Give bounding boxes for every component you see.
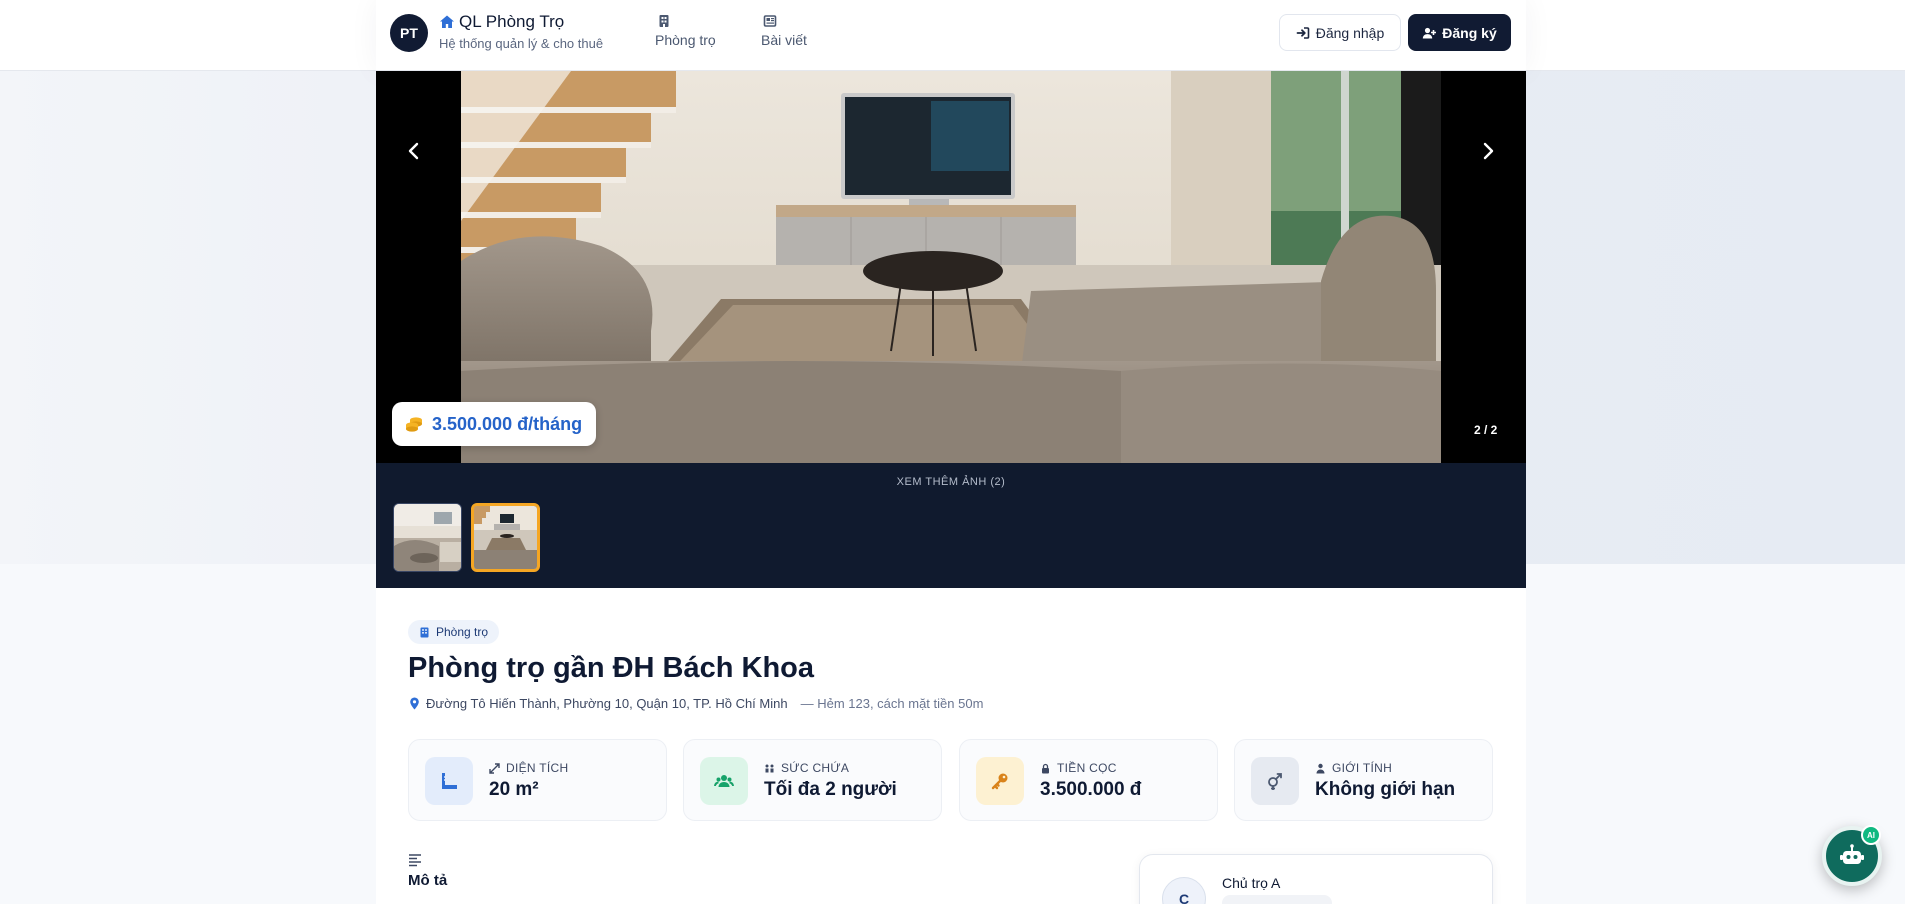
map-pin-icon (410, 697, 419, 710)
gender-icon (1268, 773, 1282, 790)
login-label: Đăng nhập (1315, 24, 1385, 41)
listing-content: Phòng trọ Phòng trọ gần ĐH Bách Khoa Đườ… (376, 588, 1526, 904)
lock-icon (1042, 763, 1049, 773)
robot-icon (1840, 844, 1864, 864)
thumbnail-2-image (474, 506, 537, 569)
register-label: Đăng ký (1442, 24, 1497, 41)
stat-area-label-text: DIỆN TÍCH (506, 761, 569, 775)
photo-counter: 2 / 2 (1474, 423, 1498, 437)
people-small-icon (765, 764, 774, 772)
nav-posts[interactable]: Bài viết (761, 14, 807, 48)
stat-area-label: DIỆN TÍCH (489, 761, 568, 775)
stat-gender-icon-box (1251, 757, 1299, 805)
owner-name: Chủ trọ A (1222, 875, 1281, 891)
expand-icon (489, 762, 500, 774)
stat-gender-label-text: GIỚI TÍNH (1332, 761, 1393, 775)
thumbnail-1[interactable] (393, 503, 462, 572)
stat-deposit: TIỀN CỌC 3.500.000 đ (959, 739, 1218, 821)
stat-deposit-label-text: TIỀN CỌC (1057, 761, 1117, 775)
coins-icon (406, 417, 422, 432)
login-button[interactable]: Đăng nhập (1279, 14, 1401, 51)
sign-in-icon (1296, 26, 1310, 39)
register-button[interactable]: Đăng ký (1408, 14, 1511, 51)
stat-area-icon-box (425, 757, 473, 805)
living-room-image (461, 71, 1441, 463)
stat-area-value: 20 m² (489, 779, 539, 800)
category-chip[interactable]: Phòng trọ (408, 620, 500, 644)
chevron-right-icon (1483, 142, 1494, 160)
header-container: PT QL Phòng Trọ Hệ thống quản lý & cho t… (376, 0, 1526, 71)
align-left-icon (409, 854, 421, 867)
owner-avatar: C (1162, 877, 1206, 904)
chevron-left-icon (408, 142, 419, 160)
description-title: Mô tả (408, 872, 448, 889)
user-plus-icon (1423, 27, 1437, 38)
address-row: Đường Tô Hiến Thành, Phường 10, Quận 10,… (408, 696, 983, 711)
stat-capacity-label-text: SỨC CHỨA (781, 761, 850, 775)
more-photos-label: XEM THÊM ẢNH (2) (896, 476, 1006, 488)
address-extra: — Hẻm 123, cách mặt tiền 50m (800, 696, 984, 711)
stat-capacity-icon-box (700, 757, 748, 805)
price-badge: 3.500.000 đ/tháng (392, 402, 596, 446)
building-icon (659, 15, 669, 27)
owner-card[interactable]: C Chủ trọ A (1139, 854, 1493, 904)
listing-title: Phòng trọ gần ĐH Bách Khoa (408, 652, 814, 684)
ai-badge: AI (1861, 825, 1881, 845)
address-text: Đường Tô Hiến Thành, Phường 10, Quận 10,… (426, 696, 788, 711)
stat-deposit-icon-box (976, 757, 1024, 805)
users-icon (714, 775, 734, 787)
home-icon (440, 15, 454, 28)
brand-title-text: QL Phòng Trọ (459, 12, 565, 31)
category-label: Phòng trọ (436, 625, 489, 639)
nav-posts-label: Bài viết (761, 32, 807, 48)
thumbnail-strip: XEM THÊM ẢNH (2) (376, 463, 1526, 588)
stat-deposit-label: TIỀN CỌC (1040, 761, 1117, 775)
top-header: PT QL Phòng Trọ Hệ thống quản lý & cho t… (0, 0, 1905, 71)
stat-deposit-value: 3.500.000 đ (1040, 779, 1142, 800)
stat-gender: GIỚI TÍNH Không giới hạn (1234, 739, 1493, 821)
stat-capacity-value: Tối đa 2 người (764, 779, 897, 800)
stat-gender-label: GIỚI TÍNH (1315, 761, 1392, 775)
newspaper-icon (763, 15, 777, 27)
brand-title[interactable]: QL Phòng Trọ (439, 12, 564, 32)
price-text: 3.500.000 đ/tháng (432, 413, 583, 434)
key-icon (991, 773, 1008, 790)
photo-gallery: 3.500.000 đ/tháng 2 / 2 (376, 71, 1526, 463)
stat-area: DIỆN TÍCH 20 m² (408, 739, 667, 821)
thumbnail-1-image (394, 504, 461, 571)
room-photo[interactable] (461, 71, 1441, 463)
prev-photo-button[interactable] (394, 131, 434, 171)
stat-capacity-label: SỨC CHỨA (764, 761, 849, 775)
thumbnail-2[interactable] (471, 503, 540, 572)
stat-gender-value: Không giới hạn (1315, 779, 1456, 800)
brand-subtitle: Hệ thống quản lý & cho thuê (439, 36, 604, 51)
user-small-icon (1316, 763, 1325, 773)
ruler-icon (442, 773, 457, 789)
building-icon (420, 627, 429, 637)
next-photo-button[interactable] (1468, 131, 1508, 171)
nav-rooms-label: Phòng trọ (655, 32, 716, 48)
stat-capacity: SỨC CHỨA Tối đa 2 người (683, 739, 942, 821)
brand-avatar[interactable]: PT (390, 14, 428, 52)
nav-rooms[interactable]: Phòng trọ (655, 14, 716, 48)
owner-role-pill (1222, 895, 1332, 904)
